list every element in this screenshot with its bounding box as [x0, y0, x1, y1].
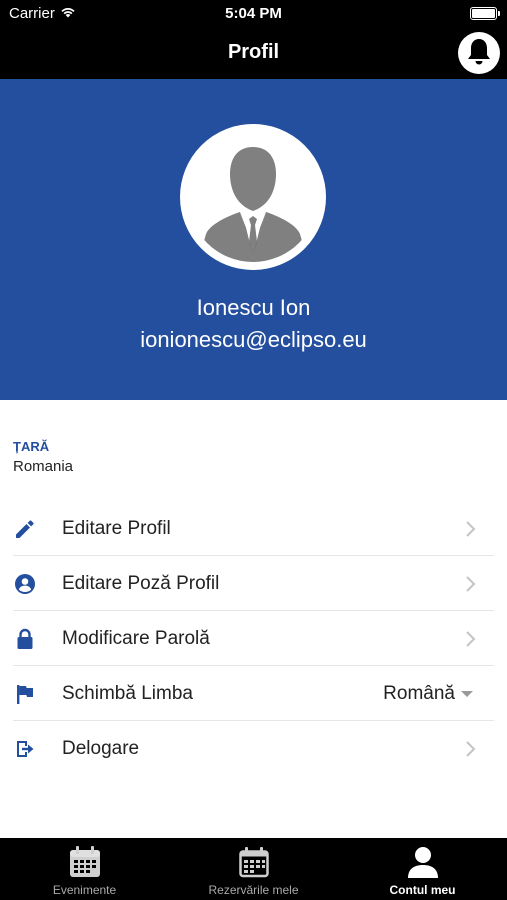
bell-icon — [466, 37, 492, 70]
chevron-right-icon — [465, 520, 477, 538]
menu-item-change-password[interactable]: Modificare Parolă — [0, 611, 507, 666]
tab-label: Evenimente — [52, 883, 117, 897]
menu-item-label: Schimbă Limba — [62, 683, 193, 704]
country-value: Romania — [13, 458, 74, 475]
profile-name: Ionescu Ion — [196, 295, 311, 320]
page-title: Profil — [227, 41, 280, 63]
tab-label: Rezervările mele — [208, 883, 299, 897]
avatar — [180, 124, 326, 270]
user-circle-icon — [14, 573, 36, 595]
language-value[interactable]: Română — [383, 683, 455, 705]
menu-item-edit-profile[interactable]: Editare Profil — [0, 501, 507, 556]
notifications-button[interactable] — [458, 32, 500, 74]
tab-my-reservations[interactable]: Rezervările mele — [169, 838, 338, 900]
profile-email: ionionescu@eclipso.eu — [140, 327, 367, 352]
lock-icon — [14, 628, 36, 650]
user-icon — [405, 844, 441, 880]
logout-icon — [14, 738, 36, 760]
account-menu: Editare Profil Editare Poză Profil Modif… — [0, 501, 507, 776]
calendar-icon — [67, 844, 103, 880]
chevron-right-icon — [465, 630, 477, 648]
calendar-icon — [236, 844, 272, 880]
tab-label: Contul meu — [389, 883, 456, 897]
caret-down-icon — [461, 691, 473, 697]
menu-item-label: Modificare Parolă — [62, 628, 210, 649]
profile-header: Ionescu Ion ionionescu@eclipso.eu — [0, 79, 507, 400]
tab-events[interactable]: Evenimente — [0, 838, 169, 900]
tab-my-account[interactable]: Contul meu — [338, 838, 507, 900]
status-time: 5:04 PM — [225, 5, 282, 22]
user-silhouette-icon — [198, 147, 308, 262]
menu-item-label: Editare Poză Profil — [62, 573, 220, 594]
chevron-right-icon — [465, 740, 477, 758]
menu-item-logout[interactable]: Delogare — [0, 721, 507, 776]
nav-bar: Profil — [0, 28, 507, 79]
menu-item-label: Delogare — [62, 738, 140, 759]
flag-icon — [14, 683, 36, 705]
pencil-icon — [14, 518, 36, 540]
menu-item-label: Editare Profil — [62, 518, 171, 539]
country-label: ȚARĂ — [13, 439, 50, 454]
tab-bar: Evenimente Rezervările mele Contul meu — [0, 838, 507, 900]
status-bar: Carrier 5:04 PM — [0, 0, 507, 28]
chevron-right-icon — [465, 575, 477, 593]
battery-icon — [470, 7, 500, 20]
menu-item-change-language[interactable]: Schimbă Limba Română — [0, 666, 507, 721]
menu-item-edit-profile-photo[interactable]: Editare Poză Profil — [0, 556, 507, 611]
